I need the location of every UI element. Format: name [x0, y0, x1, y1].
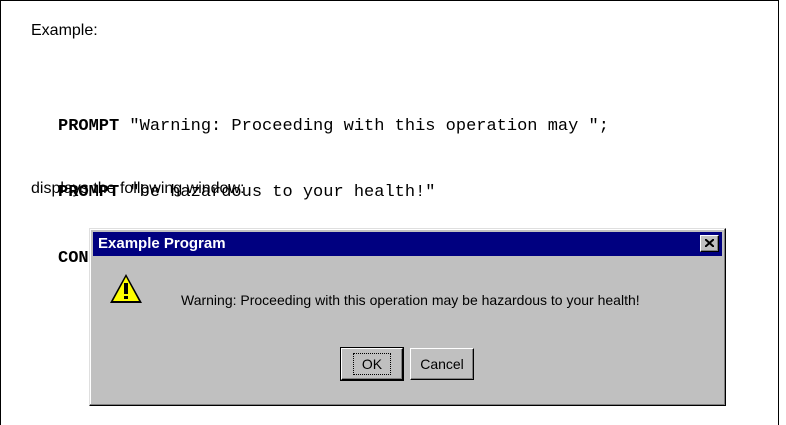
dialog-titlebar[interactable]: Example Program: [93, 232, 722, 256]
document-frame: Example: PROMPT "Warning: Proceeding wit…: [0, 0, 779, 425]
dialog-message: Warning: Proceeding with this operation …: [181, 292, 640, 308]
cancel-button-label: Cancel: [420, 356, 464, 372]
example-heading: Example:: [31, 22, 98, 39]
code-text: "Warning: Proceeding with this operation…: [119, 117, 609, 136]
confirm-dialog: Example Program Warning: Proceeding with…: [89, 228, 726, 406]
close-icon: [705, 239, 714, 247]
dialog-title: Example Program: [98, 235, 226, 252]
ok-button[interactable]: OK: [340, 347, 404, 381]
cancel-button[interactable]: Cancel: [410, 348, 474, 380]
warning-icon: [110, 274, 142, 303]
code-line: PROMPT "Warning: Proceeding with this op…: [58, 116, 609, 138]
ok-button-label: OK: [352, 353, 392, 375]
code-keyword: PROMPT: [58, 117, 120, 136]
close-button[interactable]: [700, 235, 719, 252]
description-text: displays the following window:: [31, 180, 245, 197]
